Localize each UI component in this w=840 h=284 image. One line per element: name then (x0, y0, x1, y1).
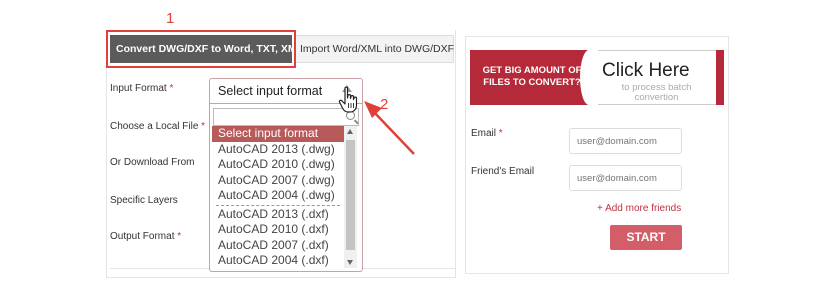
banner-line-2: FILES TO CONVERT? (483, 77, 581, 88)
option-group-separator (216, 204, 340, 206)
banner-line-1: GET BIG AMOUNT OF (482, 65, 582, 76)
local-file-label-text: Choose a Local File (110, 121, 199, 132)
banner-subtitle: to process batch convertion (621, 82, 692, 103)
email-label-text: Email (471, 128, 497, 139)
banner-left: GET BIG AMOUNT OF FILES TO CONVERT? (470, 50, 594, 105)
output-format-label-text: Output Format (110, 231, 175, 242)
output-format-label: Output Format * (110, 231, 181, 242)
dropdown-option[interactable]: AutoCAD 2007 (.dxf) (212, 238, 344, 254)
input-format-select-value: Select input format (218, 84, 323, 98)
banner-title: Click Here (602, 60, 690, 81)
friend-email-input[interactable] (569, 165, 682, 191)
friends-email-label: Friend's Email (471, 166, 534, 177)
required-mark: * (169, 83, 174, 94)
hand-cursor-icon (338, 86, 358, 113)
banner-ribbon (716, 50, 724, 105)
tab-import-word[interactable]: Import Word/XML into DWG/DXF (294, 35, 454, 63)
required-mark: * (498, 128, 503, 139)
dropdown-option[interactable]: AutoCAD 2004 (.dxf) (212, 253, 344, 269)
dropdown-option[interactable]: AutoCAD 2004 (.dwg) (212, 188, 344, 204)
dropdown-option[interactable]: AutoCAD 2013 (.dwg) (212, 142, 344, 158)
dropdown-option[interactable]: Select input format (212, 126, 344, 142)
scrollbar-thumb[interactable] (346, 140, 355, 250)
local-file-label: Choose a Local File * (110, 121, 205, 132)
dropdown-options: Select input format AutoCAD 2013 (.dwg) … (212, 126, 344, 269)
specific-layers-label-text: Specific Layers (110, 195, 178, 206)
annotation-arrow-icon (364, 101, 415, 155)
dropdown-option[interactable]: AutoCAD 2007 (.dwg) (212, 173, 344, 189)
annotation-highlight-box (106, 30, 296, 68)
scroll-down-icon[interactable] (347, 260, 353, 265)
banner-notch (580, 50, 598, 105)
dropdown-option[interactable]: AutoCAD 2013 (.dxf) (212, 207, 344, 223)
add-more-friends-link[interactable]: + Add more friends (597, 203, 681, 214)
email-input[interactable] (569, 128, 682, 154)
dropdown-option[interactable]: AutoCAD 2010 (.dxf) (212, 222, 344, 238)
dropdown-option[interactable]: AutoCAD 2010 (.dwg) (212, 157, 344, 173)
email-label: Email * (471, 128, 503, 139)
dropdown-scrollbar[interactable] (344, 126, 357, 268)
input-format-label: Input Format * (110, 83, 173, 94)
required-mark: * (201, 121, 206, 132)
start-button[interactable]: START (610, 225, 682, 250)
specific-layers-label: Specific Layers (110, 195, 178, 206)
friends-email-label-text: Friend's Email (471, 166, 535, 177)
scroll-up-icon[interactable] (347, 129, 353, 134)
annotation-number-1: 1 (166, 10, 175, 27)
batch-convert-banner[interactable]: GET BIG AMOUNT OF FILES TO CONVERT? Clic… (470, 50, 724, 105)
download-from-label-text: Or Download From (110, 157, 195, 168)
download-from-label: Or Download From (110, 157, 194, 168)
input-format-label-text: Input Format (110, 83, 167, 94)
required-mark: * (177, 231, 182, 242)
